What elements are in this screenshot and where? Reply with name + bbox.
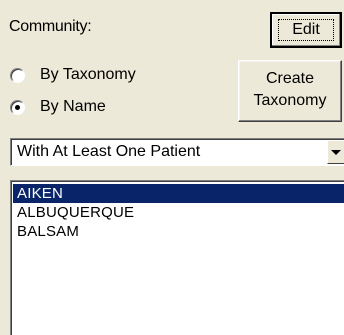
list-item[interactable]: BALSAM	[11, 222, 344, 241]
by-taxonomy-label: By Taxonomy	[40, 66, 136, 83]
radio-checked-icon	[10, 100, 25, 115]
patient-filter-dropdown[interactable]: With At Least One Patient	[10, 138, 344, 166]
list-item[interactable]: ALBUQUERQUE	[11, 203, 344, 222]
patient-filter-value: With At Least One Patient	[17, 143, 201, 160]
community-label: Community:	[9, 18, 92, 35]
focus-rectangle	[278, 19, 334, 41]
by-name-label: By Name	[40, 98, 106, 115]
create-taxonomy-label-line1: Create	[265, 70, 315, 87]
community-panel: Community: Edit By Taxonomy By Name Crea…	[0, 0, 344, 335]
community-listbox[interactable]: AIKEN ALBUQUERQUE BALSAM	[10, 180, 344, 335]
create-taxonomy-label-line2: Taxonomy	[253, 92, 327, 109]
edit-button[interactable]: Edit	[270, 12, 342, 48]
list-item[interactable]: AIKEN	[13, 184, 344, 203]
create-taxonomy-button[interactable]: Create Taxonomy	[238, 60, 342, 122]
chevron-down-icon[interactable]	[327, 140, 344, 164]
radio-circle-icon	[10, 68, 25, 83]
